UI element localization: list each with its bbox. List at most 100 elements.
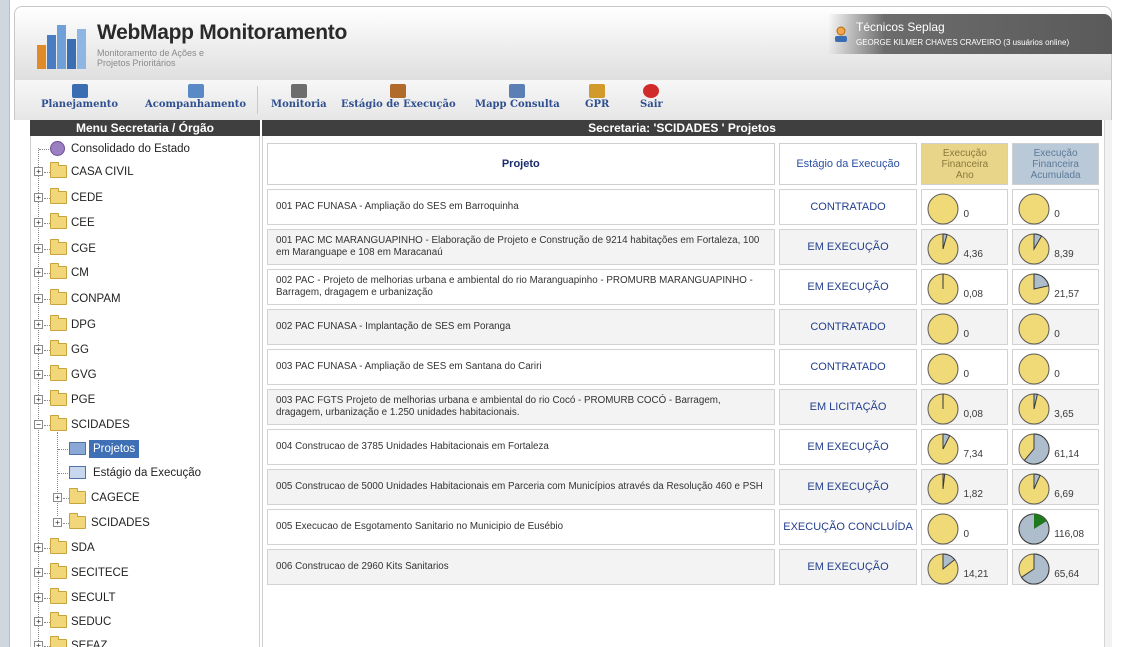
- table-row[interactable]: 001 PAC MC MARANGUAPINHO - Elaboração de…: [267, 229, 1099, 265]
- exit-button[interactable]: Sair: [640, 84, 663, 110]
- project-name[interactable]: 002 PAC - Projeto de melhorias urbana e …: [267, 269, 775, 305]
- table-row[interactable]: 005 Execucao de Esgotamento Sanitario no…: [267, 509, 1099, 545]
- query-button[interactable]: Mapp Consulta: [475, 84, 560, 110]
- fin-acc-pie: [1018, 313, 1050, 345]
- fin-acc-cell: 6,69: [1012, 469, 1099, 505]
- table-row[interactable]: 002 PAC - Projeto de melhorias urbana e …: [267, 269, 1099, 305]
- tree-item-pge[interactable]: + PGE: [31, 389, 259, 411]
- project-name[interactable]: 005 Execucao de Esgotamento Sanitario no…: [267, 509, 775, 545]
- fin-year-value: 1,82: [963, 489, 983, 500]
- fin-acc-value: 3,65: [1054, 409, 1074, 420]
- fin-acc-pie: [1018, 393, 1050, 425]
- project-name[interactable]: 001 PAC FUNASA - Ampliação do SES em Bar…: [267, 189, 775, 225]
- exit-label: Sair: [640, 99, 663, 110]
- fin-acc-value: 61,14: [1054, 449, 1080, 460]
- tree-item-cagece[interactable]: + CAGECE: [31, 487, 259, 509]
- planning-button[interactable]: Planejamento: [41, 84, 118, 110]
- tree-item-secult[interactable]: + SECULT: [31, 587, 259, 609]
- tree-item-gvg[interactable]: + GVG: [31, 364, 259, 386]
- tree-item-secitece[interactable]: + SECITECE: [31, 562, 259, 584]
- project-name[interactable]: 004 Construcao de 3785 Unidades Habitaci…: [267, 429, 775, 465]
- stage-status: CONTRATADO: [778, 189, 918, 225]
- tree-label: GVG: [71, 369, 97, 381]
- project-name[interactable]: 002 PAC FUNASA - Implantação de SES em P…: [267, 309, 775, 345]
- fin-year-value: 14,21: [963, 569, 989, 580]
- fin-year-value: 0: [963, 529, 969, 540]
- fin-year-value: 0,08: [963, 289, 983, 300]
- tree-item-casa-civil[interactable]: + CASA CIVIL: [31, 161, 259, 183]
- pie-base: [927, 513, 959, 545]
- header-line: Execução: [1033, 147, 1078, 159]
- table-body: 001 PAC FUNASA - Ampliação do SES em Bar…: [267, 189, 1099, 585]
- fin-acc-pie: [1018, 273, 1050, 305]
- stage-status: EM EXECUÇÃO: [778, 269, 918, 305]
- tree-item-cm[interactable]: + CM: [31, 262, 259, 284]
- gpr-button[interactable]: GPR: [585, 84, 609, 110]
- table-row[interactable]: 004 Construcao de 3785 Unidades Habitaci…: [267, 429, 1099, 465]
- tree-dots: [58, 449, 68, 450]
- vertical-scrollbar[interactable]: [1104, 120, 1112, 647]
- fin-acc-value: 6,69: [1054, 489, 1074, 500]
- column-header-stage[interactable]: Estágio da Execução: [778, 143, 918, 185]
- tree-label: CASA CIVIL: [71, 166, 134, 178]
- project-name[interactable]: 001 PAC MC MARANGUAPINHO - Elaboração de…: [267, 229, 775, 265]
- expand-icon: +: [53, 493, 62, 502]
- tree-item-cge[interactable]: + CGE: [31, 238, 259, 260]
- folder-icon: [50, 365, 67, 381]
- tree-item-estagio[interactable]: Estágio da Execução: [31, 462, 259, 484]
- tree-item-gg[interactable]: + GG: [31, 339, 259, 361]
- table-row[interactable]: 001 PAC FUNASA - Ampliação do SES em Bar…: [267, 189, 1099, 225]
- fin-year-pie: [927, 393, 959, 425]
- column-header-project[interactable]: Projeto: [267, 143, 775, 185]
- tree-label: DPG: [71, 319, 96, 331]
- stage-icon: [390, 84, 407, 98]
- fin-acc-cell: 0: [1012, 309, 1099, 345]
- tree-item-conpam[interactable]: + CONPAM: [31, 288, 259, 310]
- tracking-button[interactable]: Acompanhamento: [145, 84, 246, 110]
- stage-status: CONTRATADO: [778, 349, 918, 385]
- project-name[interactable]: 003 PAC FGTS Projeto de melhorias urbana…: [267, 389, 775, 425]
- table-row[interactable]: 005 Construcao de 5000 Unidades Habitaci…: [267, 469, 1099, 505]
- pie-base: [927, 313, 959, 345]
- folder-icon: [50, 390, 67, 406]
- project-name[interactable]: 003 PAC FUNASA - Ampliação de SES em San…: [267, 349, 775, 385]
- fin-year-pie: [927, 273, 959, 305]
- fin-year-cell: 0: [921, 309, 1009, 345]
- tree-item-cede[interactable]: + CEDE: [31, 187, 259, 209]
- project-name[interactable]: 005 Construcao de 5000 Unidades Habitaci…: [267, 469, 775, 505]
- tree-item-dpg[interactable]: + DPG: [31, 314, 259, 336]
- fin-acc-value: 21,57: [1054, 289, 1080, 300]
- tree-item-scidades-sub[interactable]: + SCIDADES: [31, 512, 259, 534]
- table-row[interactable]: 006 Construcao de 2960 Kits Sanitarios EM…: [267, 549, 1099, 585]
- fin-year-value: 0: [963, 369, 969, 380]
- fin-acc-cell: 0: [1012, 189, 1099, 225]
- column-header-fin-year[interactable]: Execução Financeira Ano: [921, 143, 1009, 185]
- table-row[interactable]: 002 PAC FUNASA - Implantação de SES em P…: [267, 309, 1099, 345]
- tree-label: CEDE: [71, 192, 103, 204]
- tree-item-cee[interactable]: + CEE: [31, 212, 259, 234]
- fin-acc-value: 0: [1054, 209, 1060, 220]
- fin-acc-value: 0: [1054, 369, 1060, 380]
- fin-year-pie: [927, 513, 959, 545]
- column-header-fin-accumulated[interactable]: Execução Financeira Acumulada: [1012, 143, 1099, 185]
- monitor-button[interactable]: Monitoria: [271, 84, 327, 110]
- tree-item-sefaz[interactable]: + SEFAZ: [31, 635, 259, 647]
- project-name[interactable]: 006 Construcao de 2960 Kits Sanitarios: [267, 549, 775, 585]
- tree-item-root[interactable]: Consolidado do Estado: [31, 138, 259, 160]
- expand-icon: +: [34, 294, 43, 303]
- monitor-label: Monitoria: [271, 99, 327, 110]
- stage-button[interactable]: Estágio de Execução: [341, 84, 456, 110]
- tree-item-seduc[interactable]: + SEDUC: [31, 611, 259, 633]
- fin-acc-pie: [1018, 473, 1050, 505]
- fin-year-pie: [927, 313, 959, 345]
- table-row[interactable]: 003 PAC FGTS Projeto de melhorias urbana…: [267, 389, 1099, 425]
- tree-item-projetos[interactable]: Projetos: [31, 438, 259, 460]
- tree-item-sda[interactable]: + SDA: [31, 537, 259, 559]
- table-row[interactable]: 003 PAC FUNASA - Ampliação de SES em San…: [267, 349, 1099, 385]
- tree-item-scidades[interactable]: − SCIDADES: [31, 414, 259, 436]
- folder-icon: [50, 563, 67, 579]
- user-group: Técnicos Seplag: [856, 20, 945, 34]
- pie-wedge: [1033, 273, 1050, 290]
- pie-base: [1018, 313, 1050, 345]
- fin-acc-pie: [1018, 513, 1050, 545]
